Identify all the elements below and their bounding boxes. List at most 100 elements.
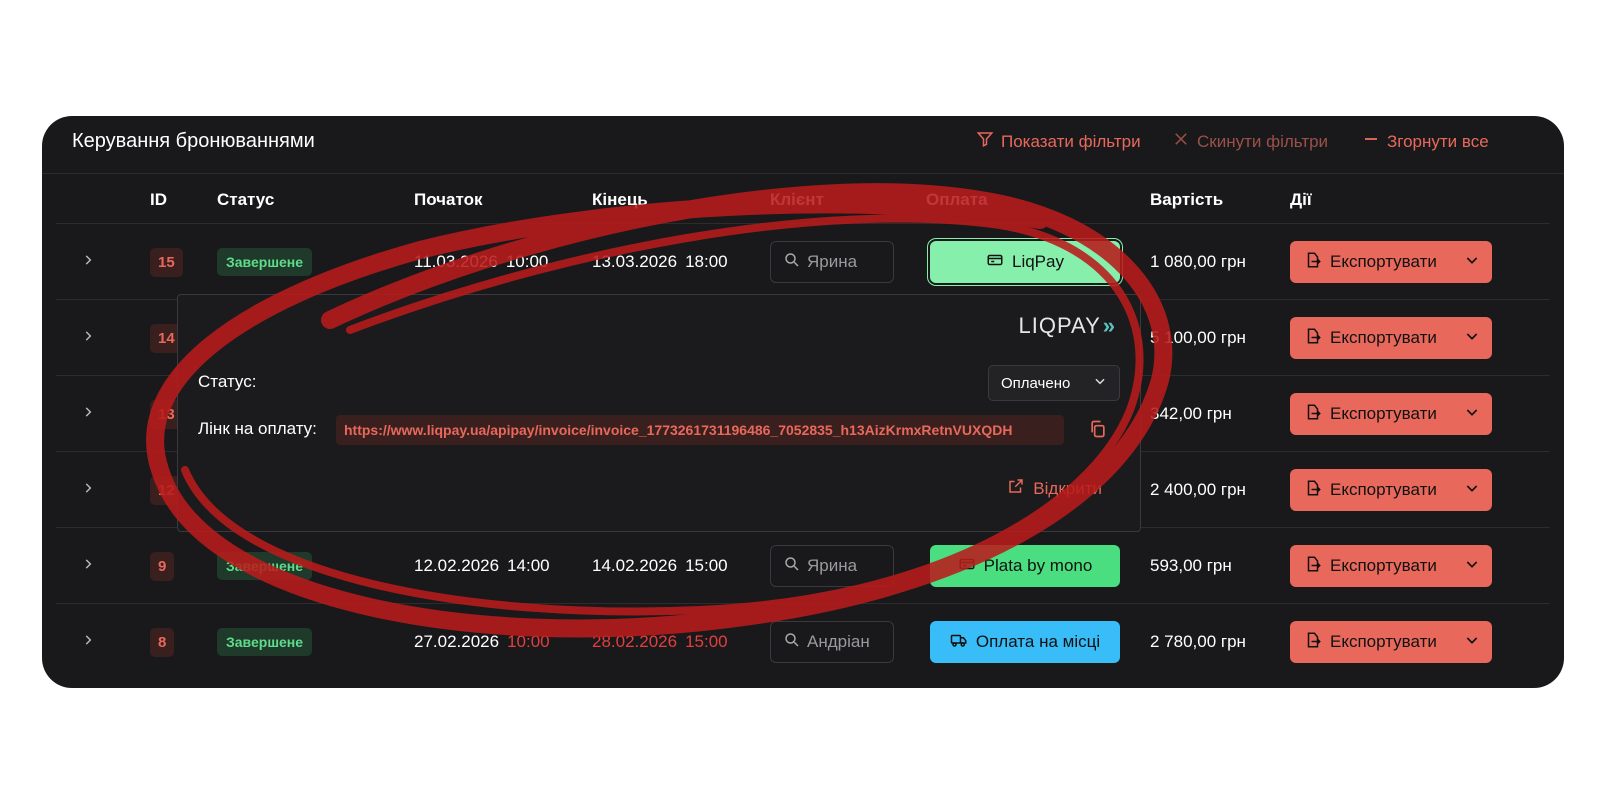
expand-row-button[interactable] — [78, 376, 98, 452]
cost-value: 2 780,00 грн — [1150, 632, 1246, 651]
export-button-group: Експортувати — [1290, 469, 1492, 511]
export-dropdown-button[interactable] — [1452, 621, 1492, 663]
chevron-down-icon — [1464, 252, 1480, 273]
export-button[interactable]: Експортувати — [1290, 251, 1452, 274]
chevron-right-icon — [81, 632, 95, 652]
start-time: 14:00 — [507, 556, 550, 575]
export-button[interactable]: Експортувати — [1290, 631, 1452, 654]
search-icon — [783, 555, 801, 578]
page-title: Керування бронюваннями — [72, 130, 315, 152]
chevron-right-icon — [81, 404, 95, 424]
open-link-label: Відкрити — [1033, 478, 1102, 498]
export-button-group: Експортувати — [1290, 393, 1492, 435]
cost-value: 5 100,00 грн — [1150, 328, 1246, 347]
column-actions[interactable]: Дії — [1290, 190, 1312, 210]
payment-button[interactable]: Оплата на місці — [930, 621, 1120, 663]
collapse-all-label: Згорнути все — [1387, 131, 1489, 151]
end-time: 15:00 — [685, 556, 728, 575]
export-button[interactable]: Експортувати — [1290, 479, 1452, 502]
export-button-group: Експортувати — [1290, 545, 1492, 587]
search-icon — [783, 251, 801, 274]
payment-label: LiqPay — [1012, 252, 1064, 271]
export-label: Експортувати — [1330, 556, 1437, 575]
copy-icon[interactable] — [1088, 419, 1108, 439]
id-badge: 15 — [150, 247, 183, 277]
chevron-right-icon — [81, 328, 95, 348]
export-button-group: Експортувати — [1290, 621, 1492, 663]
export-dropdown-button[interactable] — [1452, 469, 1492, 511]
export-dropdown-button[interactable] — [1452, 545, 1492, 587]
filter-icon — [976, 130, 994, 153]
export-dropdown-button[interactable] — [1452, 393, 1492, 435]
export-icon — [1304, 251, 1322, 274]
export-dropdown-button[interactable] — [1452, 241, 1492, 283]
column-client[interactable]: Клієнт — [770, 190, 824, 210]
end-date: 13.03.2026 — [592, 252, 678, 271]
chevron-down-icon — [1093, 374, 1107, 392]
client-field[interactable]: Андріан — [770, 621, 894, 663]
credit-card-icon — [986, 251, 1004, 274]
payment-button[interactable]: LiqPay — [930, 241, 1120, 283]
export-dropdown-button[interactable] — [1452, 317, 1492, 359]
payment-status-select[interactable]: Оплачено — [988, 365, 1120, 401]
show-filters-button[interactable]: Показати фільтри — [976, 130, 1141, 153]
column-cost[interactable]: Вартість — [1150, 190, 1223, 210]
expand-row-button[interactable] — [78, 528, 98, 604]
search-icon — [783, 631, 801, 654]
collapse-all-button[interactable]: Згорнути все — [1362, 130, 1489, 153]
id-badge: 9 — [150, 551, 175, 581]
reset-filters-label: Скинути фільтри — [1197, 131, 1329, 151]
external-link-icon — [1007, 477, 1025, 500]
column-start[interactable]: Початок — [414, 190, 483, 210]
export-icon — [1304, 327, 1322, 350]
liqpay-popover: LIQPAY» Статус: Оплачено Лінк на оплату:… — [177, 294, 1141, 532]
export-icon — [1304, 479, 1322, 502]
export-label: Експортувати — [1330, 480, 1437, 499]
table-row: 9 Завершене 12.02.2026 14:00 14.02.2026 15… — [56, 528, 1550, 604]
expand-row-button[interactable] — [78, 452, 98, 528]
client-name: Ярина — [807, 252, 858, 271]
open-link-button[interactable]: Відкрити — [1007, 477, 1102, 500]
table-row: 15 Завершене 11.03.2026 10:00 13.03.2026 1… — [56, 224, 1550, 300]
start-time: 10:00 — [505, 252, 549, 271]
payment-label: Оплата на місці — [975, 632, 1101, 651]
client-name: Ярина — [807, 556, 858, 575]
client-field[interactable]: Ярина — [770, 545, 894, 587]
column-payment[interactable]: Оплата — [926, 190, 988, 210]
export-button[interactable]: Експортувати — [1290, 555, 1452, 578]
expand-row-button[interactable] — [78, 300, 98, 376]
liqpay-logo-text: LIQPAY — [1018, 313, 1101, 338]
export-label: Експортувати — [1330, 632, 1437, 651]
export-icon — [1304, 631, 1322, 654]
export-button-group: Експортувати — [1290, 241, 1492, 283]
close-icon — [1172, 130, 1190, 153]
cost-value: 2 400,00 грн — [1150, 480, 1246, 499]
start-date: 27.02.2026 — [414, 632, 500, 651]
expand-row-button[interactable] — [78, 604, 98, 680]
payment-link-label: Лінк на оплату: — [198, 419, 317, 438]
payment-status-value: Оплачено — [1001, 374, 1071, 392]
column-id[interactable]: ID — [150, 190, 167, 210]
column-status[interactable]: Статус — [217, 190, 274, 210]
export-button[interactable]: Експортувати — [1290, 403, 1452, 426]
chevron-right-icon — [81, 556, 95, 576]
chevron-down-icon — [1464, 632, 1480, 653]
column-end[interactable]: Кінець — [592, 190, 648, 210]
chevron-right-icon — [81, 480, 95, 500]
payment-button[interactable]: Plata by mono — [930, 545, 1120, 587]
cost-value: 1 080,00 грн — [1150, 252, 1246, 271]
chevron-down-icon — [1464, 480, 1480, 501]
credit-card-icon — [958, 555, 976, 578]
reset-filters-button[interactable]: Скинути фільтри — [1172, 130, 1328, 153]
start-date: 12.02.2026 — [414, 556, 500, 575]
export-button-group: Експортувати — [1290, 317, 1492, 359]
expand-row-button[interactable] — [78, 224, 98, 300]
start-date: 11.03.2026 — [414, 252, 498, 271]
cost-value: 593,00 грн — [1150, 556, 1232, 575]
chevron-down-icon — [1464, 556, 1480, 577]
status-badge: Завершене — [217, 628, 313, 656]
export-label: Експортувати — [1330, 328, 1437, 347]
payment-link[interactable]: https://www.liqpay.ua/apipay/invoice/inv… — [336, 415, 1064, 445]
export-button[interactable]: Експортувати — [1290, 327, 1452, 350]
client-field[interactable]: Ярина — [770, 241, 894, 283]
